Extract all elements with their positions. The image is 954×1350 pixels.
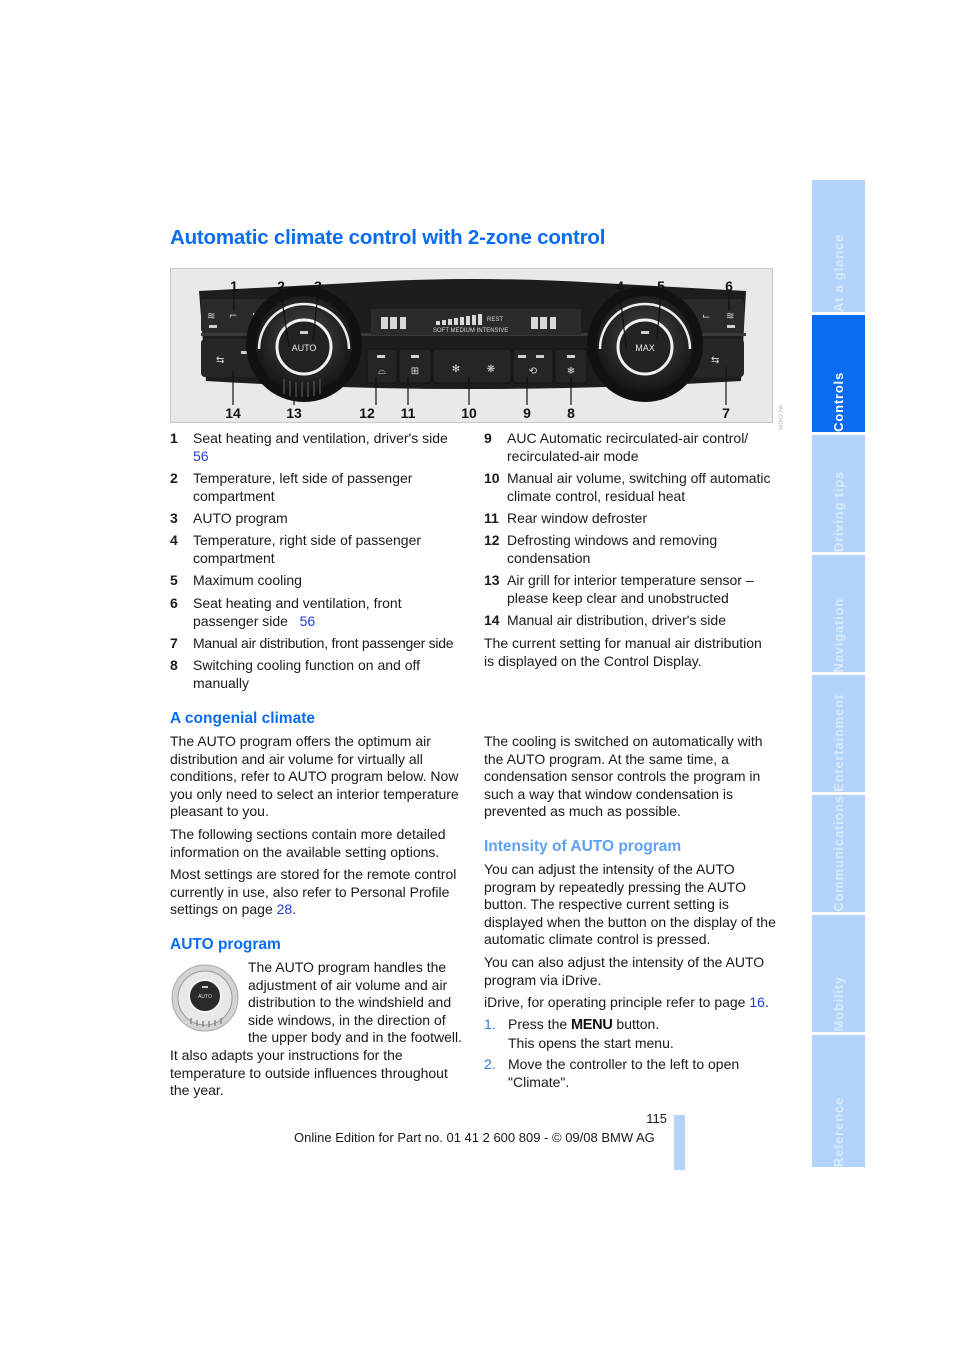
callout-6: 6	[725, 278, 733, 294]
climate-panel-illustration: ≋ ⌐ ✻ ✻ ⌙ ≋ ⇆ ⇆ AUTO	[199, 278, 746, 421]
paragraph: The AUTO program handles the adjustment …	[248, 959, 463, 1045]
paragraph: Most settings are stored for the remote …	[170, 866, 457, 917]
paragraph: iDrive, for operating principle refer to…	[484, 994, 769, 1010]
callout-4: 4	[616, 278, 624, 294]
air-volume-button	[432, 348, 512, 384]
sidebar-tab-controls[interactable]: Controls	[812, 315, 865, 432]
svg-text:W0K2JW: W0K2JW	[779, 405, 785, 430]
recirculation-icon: ⟲	[529, 366, 538, 377]
sidebar-tab-communications[interactable]: Communications	[812, 795, 865, 912]
max-button-label: MAX	[635, 343, 655, 353]
legend-item: 11 Rear window defroster	[484, 510, 648, 526]
windshield-defrost-icon: ⌓	[378, 366, 386, 377]
callout-7: 7	[722, 405, 730, 421]
sidebar-tab-entertainment[interactable]: Entertainment	[812, 675, 865, 792]
step-item: 2. Move the controller to the left to ope…	[484, 1056, 740, 1090]
display-intensity-labels: SOFT MEDIUM INTENSIVE	[433, 328, 508, 334]
page-title: Automatic climate control with 2-zone co…	[170, 226, 606, 249]
fan-high-icon: ❋	[487, 364, 495, 375]
seat-heat-icon: ≋	[726, 311, 734, 322]
climate-panel-figure: ≋ ⌐ ✻ ✻ ⌙ ≋ ⇆ ⇆ AUTO	[170, 268, 773, 423]
legend-item: 13 Air grill for interior temperature se…	[484, 572, 754, 606]
sidebar-tab-driving-tips[interactable]: Driving tips	[812, 435, 865, 552]
paragraph: The following sections contain more deta…	[170, 826, 446, 860]
auto-button-label: AUTO	[292, 343, 317, 353]
paragraph: You can adjust the intensity of the AUTO…	[484, 861, 776, 947]
display-rest-label: REST	[487, 317, 503, 323]
paragraph: It also adapts your instructions for the…	[170, 1047, 448, 1098]
sidebar-tab-navigation[interactable]: Navigation	[812, 555, 865, 672]
legend-item: 2 Temperature, left side of passenger co…	[170, 470, 413, 504]
legend-item: 6 Seat heating and ventilation, front pa…	[170, 595, 402, 629]
legend-item: 9 AUC Automatic recirculated-air control…	[484, 430, 749, 464]
seat-icon: ⌙	[702, 311, 710, 322]
legend-item: 8 Switching cooling function on and off …	[170, 657, 421, 691]
legend-note: The current setting for manual air distr…	[484, 635, 762, 669]
page-link[interactable]: 16	[749, 994, 765, 1010]
paragraph: The AUTO program offers the optimum air …	[170, 733, 459, 819]
figure-code: W0K2JW	[776, 372, 786, 432]
air-distribution-icon: ⇆	[711, 355, 719, 366]
callout-14: 14	[225, 405, 241, 421]
legend-item: 1 Seat heating and ventilation, driver's…	[170, 430, 448, 464]
legend-item: 12 Defrosting windows and removing conde…	[484, 532, 718, 566]
fan-low-icon: ✻	[452, 364, 460, 375]
menu-button-glyph: MENU	[571, 1017, 613, 1033]
callout-13: 13	[286, 405, 302, 421]
callout-1: 1	[230, 278, 238, 294]
callout-2: 2	[277, 278, 285, 294]
snowflake-icon: ❄	[567, 366, 575, 377]
heading-congenial-climate: A congenial climate	[170, 710, 315, 727]
heading-auto-program: AUTO program	[170, 936, 281, 953]
step-item: 1. Press the MENU button. This opens the …	[484, 1016, 674, 1051]
sidebar-tab-reference[interactable]: Reference	[812, 1035, 865, 1167]
page-link[interactable]: 28	[277, 901, 293, 917]
callout-10: 10	[461, 405, 477, 421]
callout-9: 9	[523, 405, 531, 421]
paragraph: The cooling is switched on automatically…	[484, 733, 763, 819]
callout-5: 5	[657, 278, 665, 294]
sidebar-tab-at-a-glance[interactable]: At a glance	[812, 180, 865, 312]
legend-item: 10 Manual air volume, switching off auto…	[484, 470, 771, 504]
rear-defrost-icon: ⊞	[411, 366, 419, 377]
footer-marker-bar	[674, 1115, 685, 1170]
sidebar-tab-mobility[interactable]: Mobility	[812, 915, 865, 1032]
page-number: 115	[646, 1111, 667, 1126]
page-link[interactable]: 56	[300, 613, 316, 629]
callout-12: 12	[359, 405, 375, 421]
legend-item: 14 Manual air distribution, driver's sid…	[484, 612, 726, 628]
air-distribution-icon: ⇆	[216, 355, 224, 366]
legend-item: 4 Temperature, right side of passenger c…	[170, 532, 422, 566]
svg-text:AUTO: AUTO	[198, 994, 212, 1000]
legend-item: 7 Manual air distribution, front passeng…	[170, 635, 454, 651]
callout-3: 3	[314, 278, 322, 294]
callout-11: 11	[401, 405, 416, 421]
seat-icon: ⌐	[229, 311, 237, 322]
paragraph: You can also adjust the intensity of the…	[484, 954, 765, 988]
seat-heat-icon: ≋	[207, 311, 215, 322]
legend-item: 5 Maximum cooling	[170, 572, 302, 588]
callout-8: 8	[567, 405, 575, 421]
footer-edition: Online Edition for Part no. 01 41 2 600 …	[294, 1130, 655, 1145]
auto-knob-thumbnail: AUTO	[171, 964, 239, 1032]
heading-intensity: Intensity of AUTO program	[484, 838, 682, 855]
legend-item: 3 AUTO program	[170, 510, 288, 526]
page-link[interactable]: 56	[193, 448, 209, 464]
